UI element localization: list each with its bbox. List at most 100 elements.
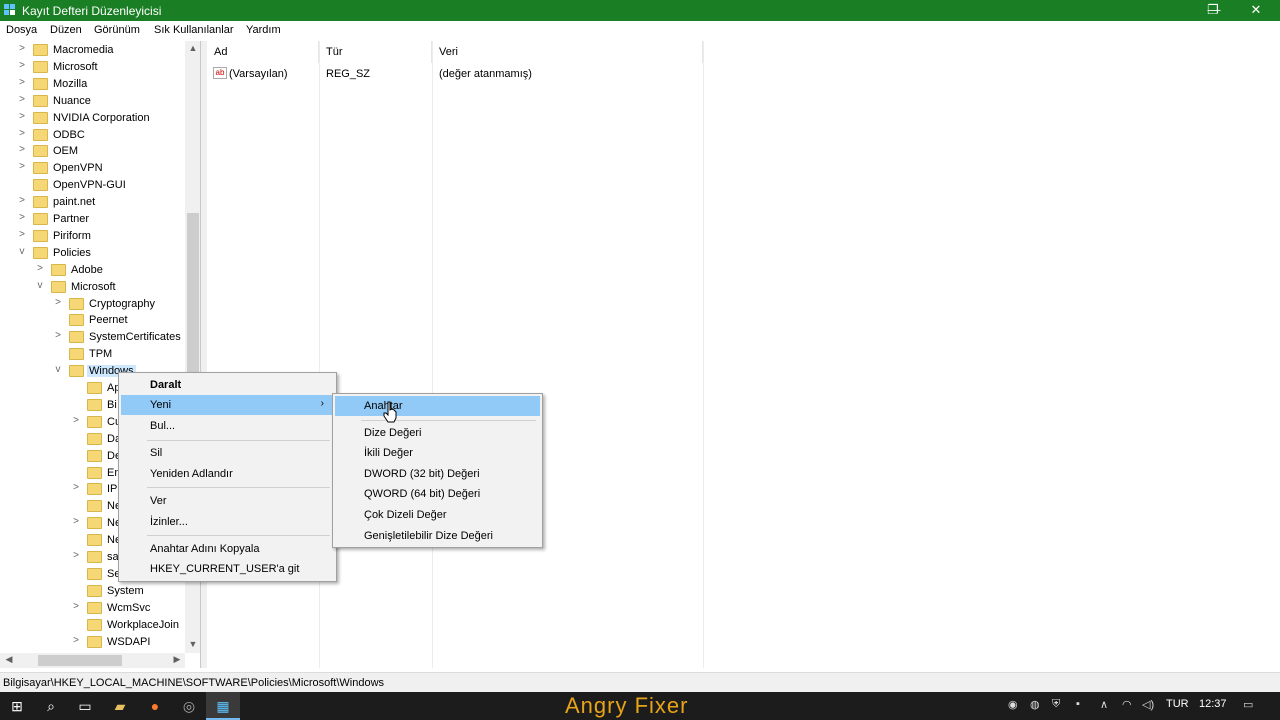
chevron-right-icon[interactable]: > <box>71 601 81 612</box>
chevron-right-icon[interactable]: > <box>53 297 63 308</box>
folder-icon <box>33 94 48 107</box>
close-button[interactable]: ✕ <box>1234 0 1278 21</box>
chevron-down-icon[interactable]: v <box>53 364 63 375</box>
chevron-right-icon[interactable]: > <box>17 111 27 122</box>
chevron-right-icon[interactable]: > <box>17 128 27 139</box>
tree-node-label: WcmSvc <box>107 601 151 614</box>
chevron-right-icon[interactable]: > <box>71 635 81 646</box>
chevron-right-icon[interactable]: > <box>17 43 27 54</box>
chevron-right-icon[interactable]: > <box>17 77 27 88</box>
chevron-right-icon[interactable]: > <box>71 516 81 527</box>
column-header-data[interactable]: Veri <box>432 41 703 63</box>
tree-node[interactable]: System <box>0 583 190 600</box>
scroll-down-icon[interactable]: ▼ <box>185 639 200 649</box>
chevron-right-icon[interactable]: > <box>17 144 27 155</box>
tree-node[interactable]: WorkplaceJoin <box>0 617 190 634</box>
menu-favorites[interactable]: Sık Kullanılanlar <box>154 24 234 36</box>
tree-node[interactable]: TPM <box>0 346 190 363</box>
scroll-left-icon[interactable]: ◀ <box>2 654 16 665</box>
tree-hscroll-thumb[interactable] <box>38 655 122 666</box>
chevron-up-icon[interactable]: ∧ <box>1100 698 1108 711</box>
chevron-down-icon[interactable]: v <box>17 246 27 257</box>
app-icon[interactable]: ◎ <box>172 692 206 720</box>
network-icon[interactable]: ◠ <box>1122 698 1132 711</box>
tree-node[interactable]: > Cryptography <box>0 296 190 313</box>
chevron-right-icon[interactable]: > <box>71 550 81 561</box>
tree-node[interactable]: Peernet <box>0 312 190 329</box>
start-icon[interactable]: ⊞ <box>0 692 34 720</box>
chevron-right-icon[interactable]: > <box>17 60 27 71</box>
chevron-down-icon[interactable]: v <box>35 280 45 291</box>
chevron-right-icon[interactable]: > <box>17 212 27 223</box>
language-indicator[interactable]: TUR <box>1166 698 1189 710</box>
menu-item-anahtar-adini-kopyala[interactable]: Anahtar Adını Kopyala <box>121 539 334 559</box>
tree-node[interactable]: > Macromedia <box>0 42 190 59</box>
chevron-right-icon[interactable]: > <box>17 229 27 240</box>
notifications-icon[interactable]: ▭ <box>1243 698 1253 711</box>
tree-node[interactable]: > OEM <box>0 143 190 160</box>
tree-node[interactable]: v Microsoft <box>0 279 190 296</box>
menu-item-sil[interactable]: Sil <box>121 443 334 463</box>
registry-editor-taskbar-icon[interactable]: ▦ <box>206 692 240 720</box>
menu-yardim[interactable]: Yardım <box>246 24 281 36</box>
values-list[interactable]: Ad Tür Veri ab (Varsayılan) REG_SZ (değe… <box>207 41 1280 668</box>
chevron-right-icon[interactable]: > <box>35 263 45 274</box>
submenu-item-cok-dizeli[interactable]: Çok Dizeli Değer <box>335 505 540 525</box>
menu-dosya[interactable]: Dosya <box>6 24 37 36</box>
tree-node[interactable]: > Nuance <box>0 93 190 110</box>
tree-horizontal-scrollbar[interactable]: ◀ ▶ <box>0 653 185 668</box>
tray-icon[interactable]: ◉ <box>1008 698 1018 711</box>
search-icon[interactable]: ⌕ <box>34 692 68 720</box>
tree-node[interactable]: > WSDAPI <box>0 634 190 651</box>
submenu-item-dize-degeri[interactable]: Dize Değeri <box>335 423 540 443</box>
file-explorer-icon[interactable]: ▰ <box>103 692 137 720</box>
volume-icon[interactable]: ◁) <box>1142 698 1154 711</box>
tree-node[interactable]: > ODBC <box>0 127 190 144</box>
tree-node[interactable]: > WcmSvc <box>0 600 190 617</box>
menu-item-hkcu-git[interactable]: HKEY_CURRENT_USER'a git <box>121 559 334 579</box>
tree-node[interactable]: > Partner <box>0 211 190 228</box>
tree-node[interactable]: OpenVPN-GUI <box>0 177 190 194</box>
chevron-right-icon[interactable]: > <box>17 94 27 105</box>
submenu-item-anahtar[interactable]: Anahtar <box>335 396 540 416</box>
menu-item-izinler[interactable]: İzinler... <box>121 512 334 532</box>
column-header-type[interactable]: Tür <box>319 41 432 63</box>
menu-gorunum[interactable]: Görünüm <box>94 24 140 36</box>
tree-node[interactable]: > NVIDIA Corporation <box>0 110 190 127</box>
submenu-item-genisletilebilir[interactable]: Genişletilebilir Dize Değeri <box>335 526 540 546</box>
value-name[interactable]: (Varsayılan) <box>229 68 287 80</box>
menu-duzen[interactable]: Düzen <box>50 24 82 36</box>
tray-icon[interactable]: ▪ <box>1076 698 1080 710</box>
firefox-icon[interactable]: ● <box>138 692 172 720</box>
chevron-right-icon[interactable]: > <box>53 330 63 341</box>
tree-node[interactable]: > SystemCertificates <box>0 329 190 346</box>
submenu-item-qword[interactable]: QWORD (64 bit) Değeri <box>335 484 540 504</box>
tree-node[interactable]: > paint.net <box>0 194 190 211</box>
tree-node[interactable]: > Adobe <box>0 262 190 279</box>
tree-node[interactable]: > Piriform <box>0 228 190 245</box>
clock[interactable]: 12:37 <box>1199 698 1227 710</box>
column-header-name[interactable]: Ad <box>207 41 319 63</box>
chevron-right-icon[interactable]: > <box>71 415 81 426</box>
submenu-item-dword[interactable]: DWORD (32 bit) Değeri <box>335 464 540 484</box>
chevron-right-icon[interactable]: > <box>71 482 81 493</box>
menu-item-yeniden-adlandir[interactable]: Yeniden Adlandır <box>121 464 334 484</box>
chevron-right-icon[interactable]: > <box>17 161 27 172</box>
shield-icon[interactable]: ⛨ <box>1052 698 1060 711</box>
tree-node[interactable]: > Mozilla <box>0 76 190 93</box>
tree-node[interactable]: v Policies <box>0 245 190 262</box>
tree-node[interactable]: > OpenVPN <box>0 160 190 177</box>
value-type: REG_SZ <box>326 68 371 80</box>
scroll-up-icon[interactable]: ▲ <box>185 43 200 53</box>
menu-item-daralt[interactable]: Daralt <box>121 375 334 395</box>
menu-item-ver[interactable]: Ver <box>121 491 334 511</box>
task-view-icon[interactable]: ▭ <box>68 692 102 720</box>
menu-item-yeni[interactable]: Yeni › <box>121 395 334 415</box>
chevron-right-icon[interactable]: > <box>17 195 27 206</box>
restore-button[interactable]: ❐ <box>1191 0 1235 21</box>
menu-item-bul[interactable]: Bul... <box>121 416 334 436</box>
scroll-right-icon[interactable]: ▶ <box>170 654 184 665</box>
tree-node[interactable]: > Microsoft <box>0 59 190 76</box>
submenu-item-ikili-deger[interactable]: İkili Değer <box>335 443 540 463</box>
steam-icon[interactable]: ◍ <box>1030 698 1040 711</box>
